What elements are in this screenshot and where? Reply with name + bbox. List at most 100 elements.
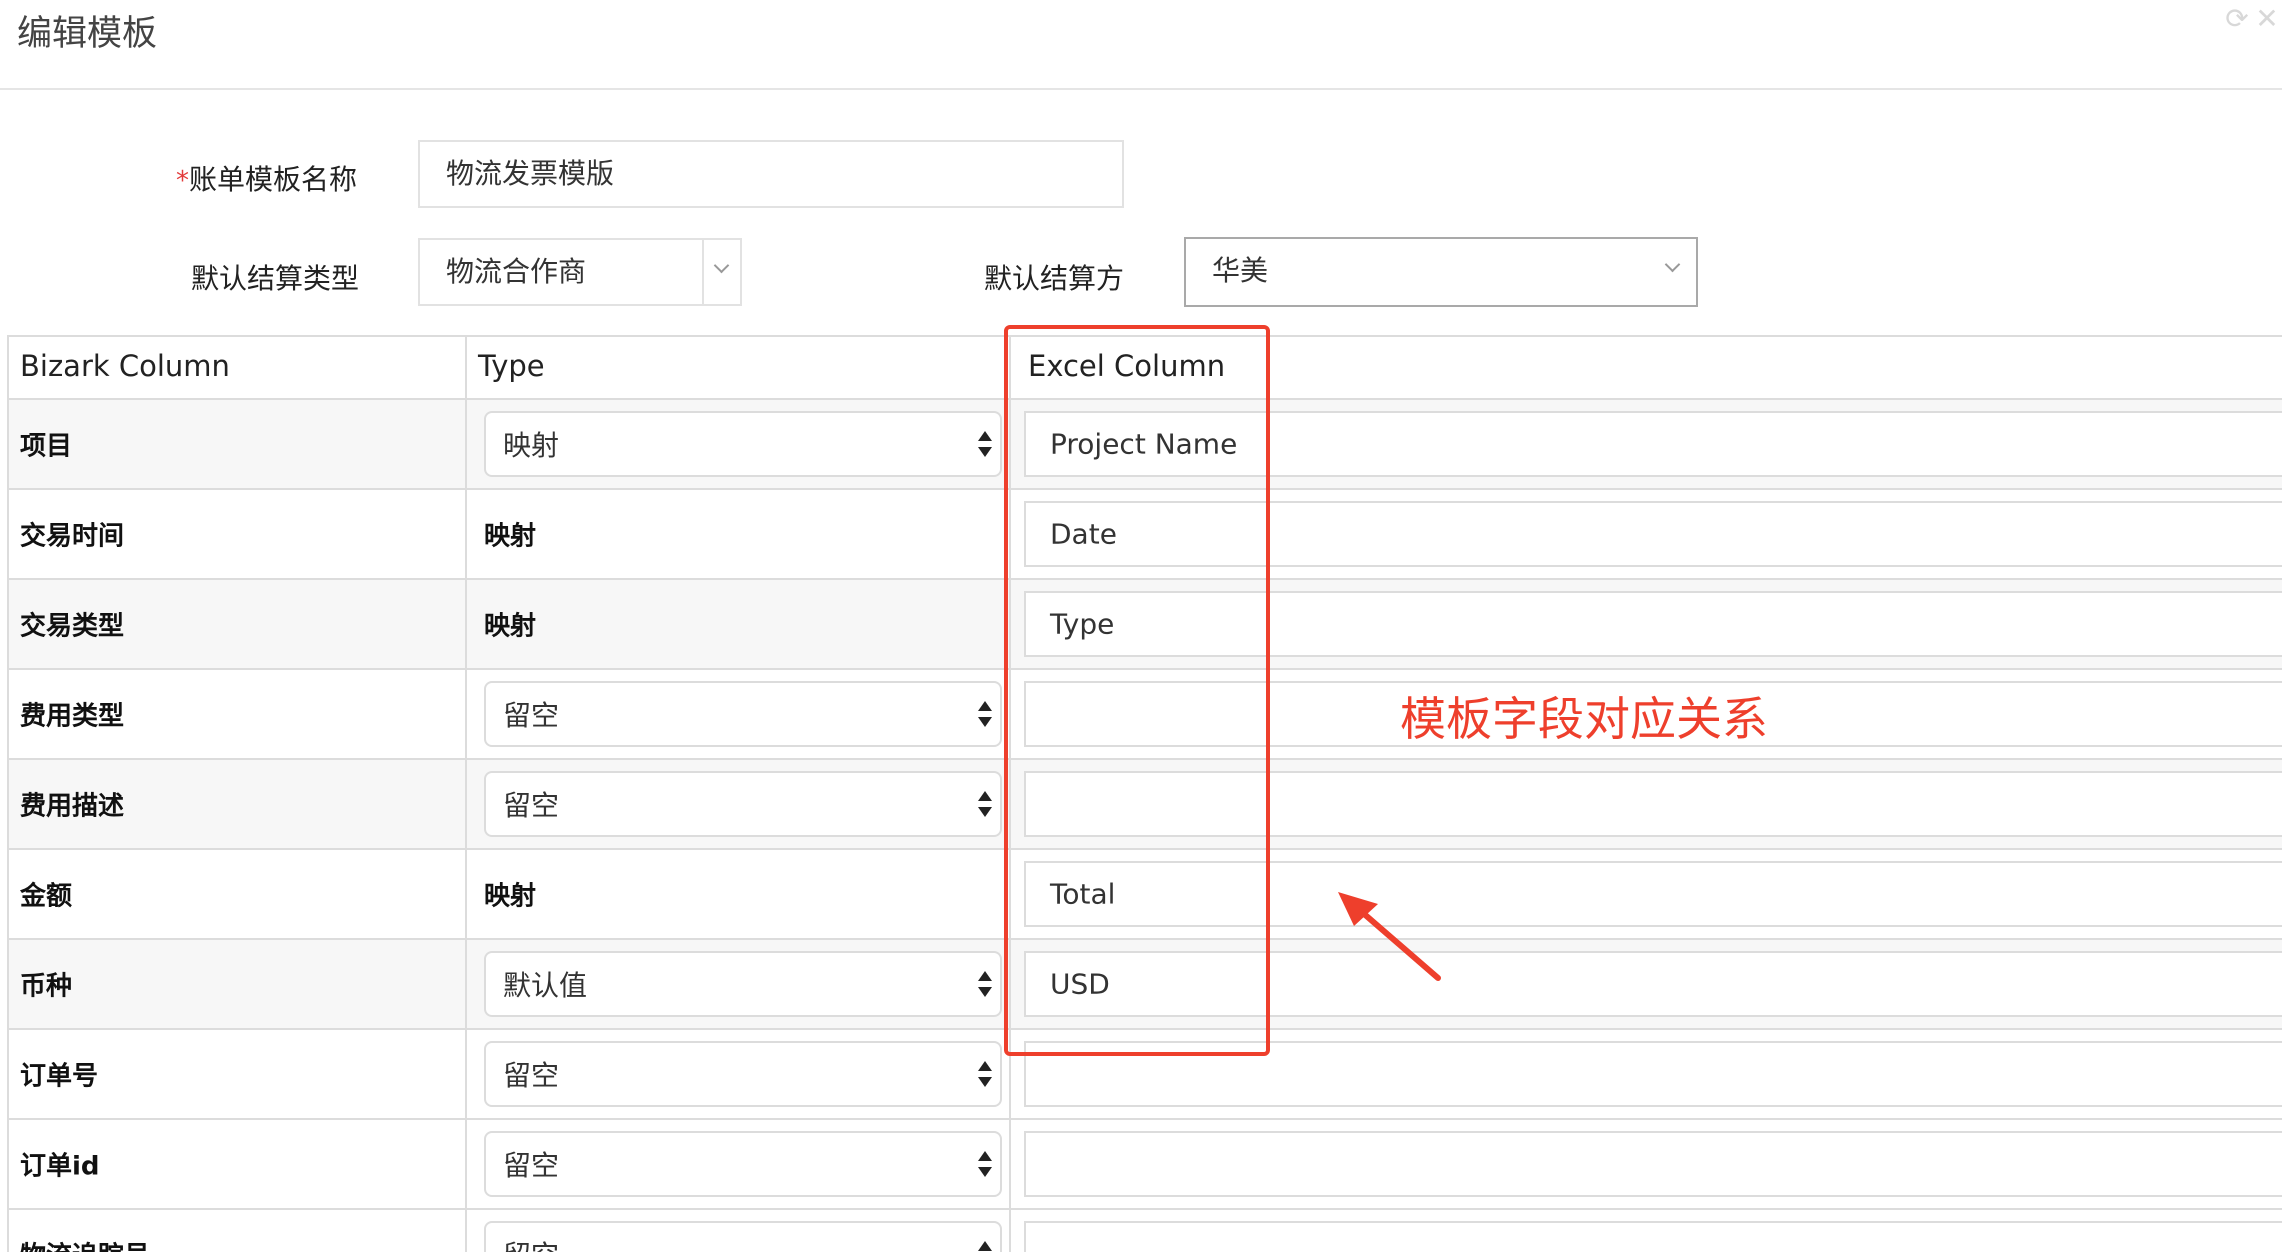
field-label: 物流追踪号 (20, 1236, 150, 1252)
excel-column-input[interactable]: Type (1024, 591, 2282, 657)
settle-type-caret (702, 240, 740, 304)
type-select-value: 留空 (503, 789, 560, 822)
table-row: 金额 映射 Total (9, 850, 2282, 940)
excel-column-cell (1011, 1030, 2282, 1118)
table-row: 费用描述 留空 (9, 760, 2282, 850)
template-name-label-text: 账单模板名称 (189, 163, 358, 196)
refresh-icon[interactable]: ⟳ (2222, 4, 2252, 34)
bizark-column-cell: 订单号 (9, 1030, 467, 1118)
bizark-column-cell: 订单id (9, 1120, 467, 1208)
table-header: Bizark Column Type Excel Column (9, 335, 2282, 400)
excel-column-cell (1011, 760, 2282, 848)
table-row: 订单号 留空 (9, 1030, 2282, 1120)
field-label: 订单号 (20, 1061, 99, 1092)
modal-title: 编辑模板 (17, 14, 158, 54)
required-mark: * (176, 166, 189, 196)
excel-column-cell: Total (1011, 850, 2282, 938)
bizark-column-cell: 物流追踪号 (9, 1210, 467, 1252)
excel-column-cell: Date (1011, 490, 2282, 578)
excel-column-cell: Type (1011, 580, 2282, 668)
updown-arrows-icon (978, 971, 992, 997)
close-icon[interactable]: ✕ (2252, 4, 2282, 34)
excel-column-input[interactable] (1024, 1041, 2282, 1107)
annotation-label: 模板字段对应关系 (1400, 692, 1768, 746)
type-static-value: 映射 (484, 611, 537, 642)
header-bizark-column: Bizark Column (9, 337, 467, 398)
excel-column-value: Type (1050, 607, 1115, 641)
bizark-column-cell: 金额 (9, 850, 467, 938)
excel-column-value: Date (1050, 517, 1117, 551)
chevron-down-icon (1664, 256, 1681, 273)
updown-arrows-icon (978, 1061, 992, 1087)
excel-column-cell (1011, 1210, 2282, 1252)
excel-column-cell (1011, 1120, 2282, 1208)
table-row: 交易时间 映射 Date (9, 490, 2282, 580)
bizark-column-cell: 交易时间 (9, 490, 467, 578)
type-cell: 留空 (467, 1030, 1011, 1118)
template-name-value: 物流发票模版 (446, 157, 615, 190)
header-actions: ⟳ ✕ (2222, 4, 2282, 40)
updown-arrows-icon (978, 1151, 992, 1177)
type-select[interactable]: 映射 (484, 411, 1002, 477)
excel-column-input[interactable] (1024, 1131, 2282, 1197)
type-cell: 映射 (467, 850, 1011, 938)
excel-column-input[interactable] (1024, 771, 2282, 837)
updown-arrows-icon (978, 791, 992, 817)
type-cell: 映射 (467, 490, 1011, 578)
type-select-value: 留空 (503, 1059, 560, 1092)
template-name-input[interactable]: 物流发票模版 (418, 140, 1124, 208)
settle-type-value: 物流合作商 (446, 255, 587, 288)
excel-column-cell: Project Name (1011, 400, 2282, 488)
table-row: 交易类型 映射 Type (9, 580, 2282, 670)
field-label: 金额 (20, 881, 73, 912)
excel-column-cell: USD (1011, 940, 2282, 1028)
settle-party-label: 默认结算方 (984, 262, 1125, 295)
excel-column-value: USD (1050, 967, 1110, 1001)
settle-party-select[interactable]: 华美 (1184, 237, 1698, 307)
field-label: 交易时间 (20, 521, 125, 552)
excel-column-input[interactable]: Project Name (1024, 411, 2282, 477)
field-label: 订单id (20, 1151, 100, 1182)
settle-type-select[interactable]: 物流合作商 (418, 238, 742, 306)
field-label: 费用类型 (20, 701, 125, 732)
field-label: 交易类型 (20, 611, 125, 642)
excel-column-value: Project Name (1050, 427, 1238, 461)
type-cell: 留空 (467, 1120, 1011, 1208)
type-select[interactable]: 留空 (484, 1131, 1002, 1197)
excel-column-value: Total (1050, 877, 1116, 911)
type-select[interactable]: 留空 (484, 681, 1002, 747)
table-row: 物流追踪号 留空 (9, 1210, 2282, 1252)
type-select-value: 留空 (503, 699, 560, 732)
type-select[interactable]: 留空 (484, 1221, 1002, 1252)
bizark-column-cell: 费用类型 (9, 670, 467, 758)
type-select[interactable]: 留空 (484, 1041, 1002, 1107)
type-select-value: 映射 (503, 429, 560, 462)
type-select-value: 留空 (503, 1234, 559, 1252)
settle-type-label: 默认结算类型 (191, 262, 360, 295)
field-label: 币种 (20, 971, 73, 1002)
type-static-value: 映射 (484, 881, 537, 912)
field-label: 项目 (20, 431, 73, 462)
excel-column-input[interactable]: Total (1024, 861, 2282, 927)
type-cell: 映射 (467, 580, 1011, 668)
type-select-value: 留空 (503, 1149, 560, 1182)
bizark-column-cell: 交易类型 (9, 580, 467, 668)
type-cell: 默认值 (467, 940, 1011, 1028)
bizark-column-cell: 币种 (9, 940, 467, 1028)
bizark-column-cell: 项目 (9, 400, 467, 488)
type-cell: 留空 (467, 1210, 1011, 1252)
table-row: 币种 默认值 USD (9, 940, 2282, 1030)
excel-column-input[interactable]: USD (1024, 951, 2282, 1017)
table-row: 项目 映射 Project Name (9, 400, 2282, 490)
type-select[interactable]: 留空 (484, 771, 1002, 837)
table-row: 费用类型 留空 (9, 670, 2282, 760)
type-select[interactable]: 默认值 (484, 951, 1002, 1017)
settle-party-value: 华美 (1212, 254, 1269, 287)
template-name-label: *账单模板名称 (176, 158, 357, 198)
annotation-arrow-icon (1338, 892, 1441, 981)
excel-column-input[interactable]: Date (1024, 501, 2282, 567)
updown-arrows-icon (978, 1241, 992, 1252)
field-label: 费用描述 (20, 791, 125, 822)
mapping-table: Bizark Column Type Excel Column 项目 映射 Proj… (7, 335, 2282, 1252)
excel-column-input[interactable] (1024, 1221, 2282, 1252)
